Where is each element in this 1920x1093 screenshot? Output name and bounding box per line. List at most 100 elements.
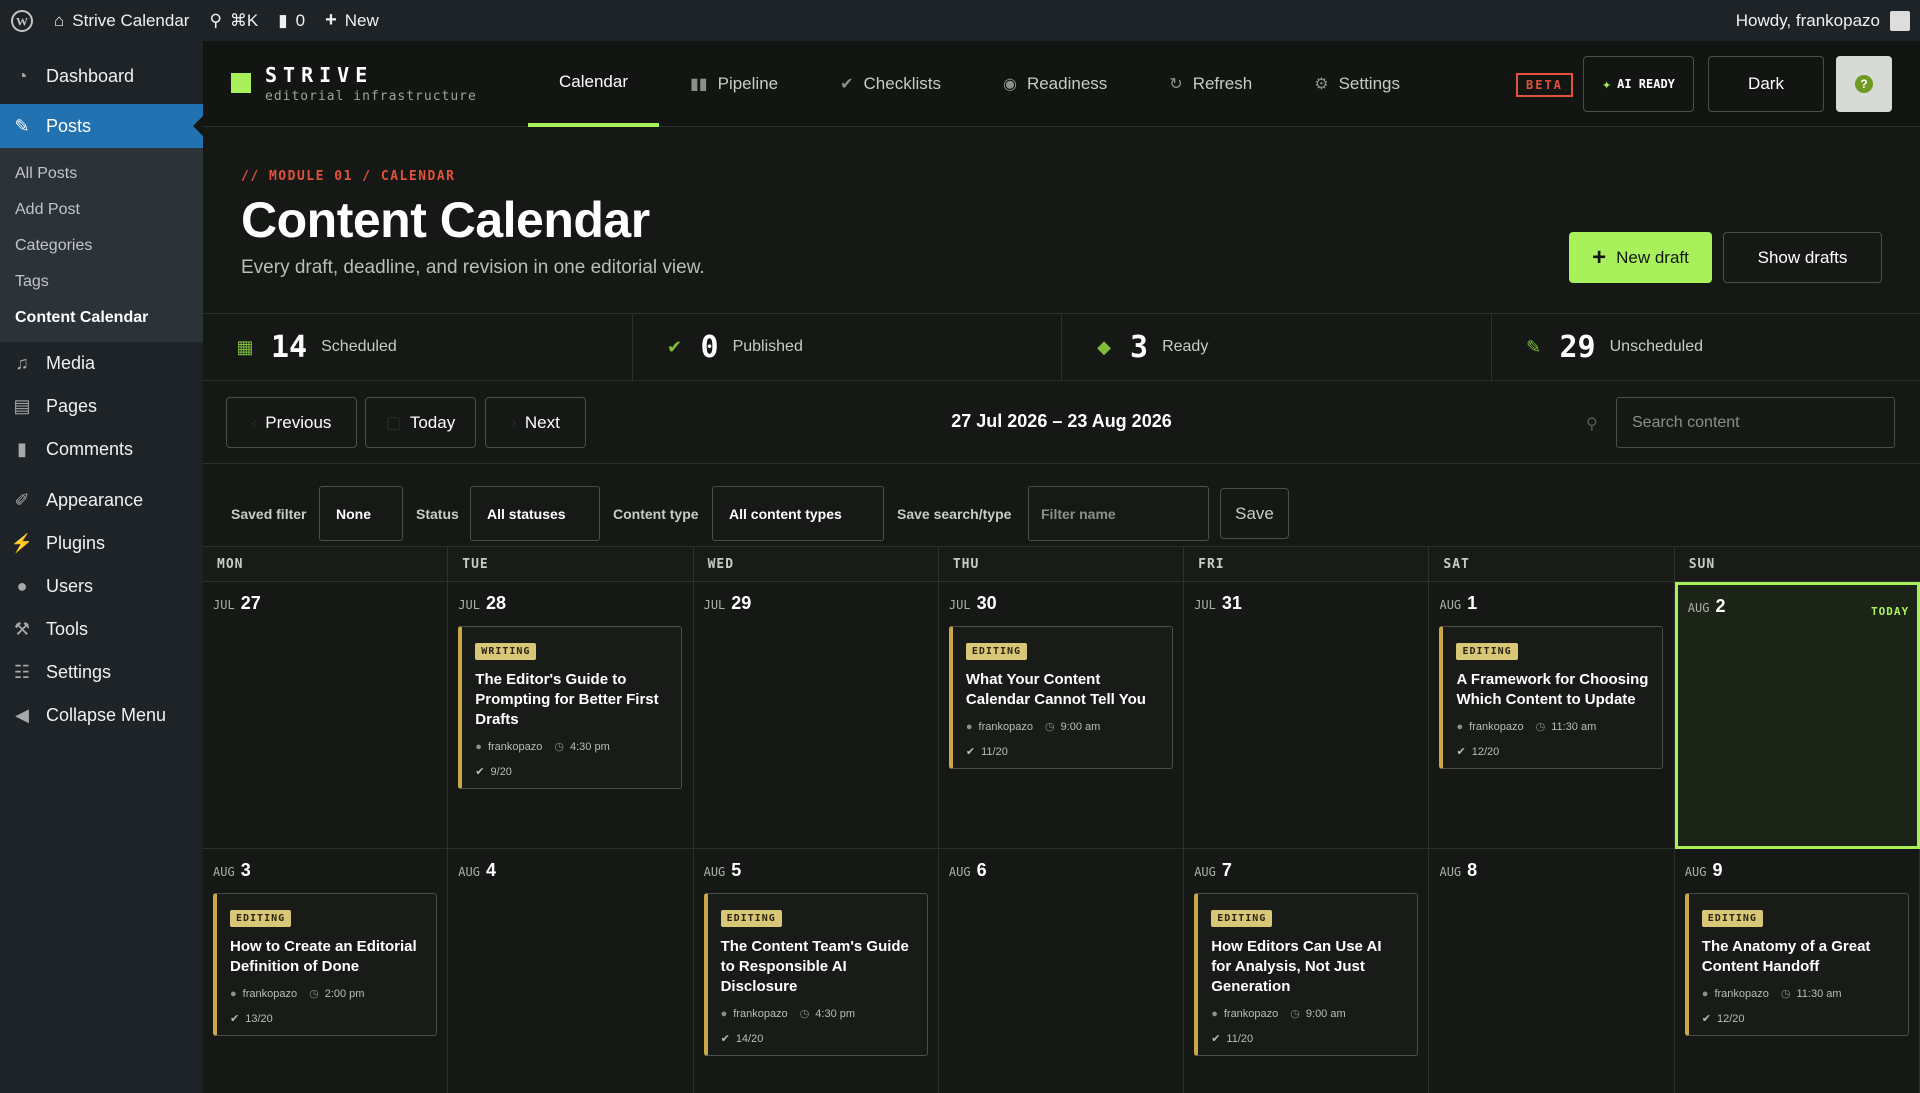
sidebar-item-collapse[interactable]: ◀ Collapse Menu: [0, 694, 203, 737]
help-button[interactable]: ?: [1836, 56, 1892, 112]
content-card[interactable]: WRITING The Editor's Guide to Prompting f…: [458, 626, 683, 789]
day-month: AUG: [1194, 865, 1216, 879]
day-label: JUL 27: [213, 593, 437, 614]
sidebar-item-settings[interactable]: ☷ Settings: [0, 651, 203, 694]
card-time: 9:00 am: [1305, 1007, 1346, 1020]
tab-readiness[interactable]: ◉ Readiness: [972, 41, 1138, 127]
tab-calendar[interactable]: Calendar: [528, 41, 659, 127]
user-icon: ●: [475, 740, 482, 753]
save-filter-button[interactable]: Save: [1220, 488, 1289, 539]
calendar-day[interactable]: JUL 28 WRITING The Editor's Guide to Prompt…: [448, 582, 694, 849]
tab-settings[interactable]: ⚙ Settings: [1283, 41, 1431, 127]
card-score-value: 13/20: [245, 1012, 273, 1025]
tab-label: Readiness: [1026, 74, 1108, 93]
plugin-top-nav: STRIVE editorial infrastructure Calendar…: [203, 41, 1920, 127]
status-select[interactable]: All statuses: [470, 486, 600, 541]
sidebar-item-appearance[interactable]: ✐ Appearance: [0, 479, 203, 522]
day-label: AUG 9: [1685, 860, 1909, 881]
help-icon: ?: [1855, 75, 1873, 93]
submenu-add-post[interactable]: Add Post: [0, 192, 203, 228]
ai-ready-button[interactable]: ✦ AI READY: [1583, 56, 1694, 112]
calendar-day[interactable]: AUG 7 EDITING How Editors Can Use AI for An…: [1184, 849, 1430, 1093]
sidebar-item-label: Appearance: [46, 490, 144, 510]
sidebar-item-posts[interactable]: ✎ Posts: [0, 104, 203, 148]
status-badge: EDITING: [965, 643, 1028, 660]
content-card[interactable]: EDITING The Anatomy of a Great Content Ha…: [1684, 893, 1909, 1036]
tab-refresh[interactable]: ↻ Refresh: [1138, 41, 1283, 127]
card-title: The Content Team's Guide to Responsible …: [720, 938, 909, 995]
chevron-right-icon: ›: [511, 412, 517, 432]
sidebar-item-comments[interactable]: ▮ Comments: [0, 428, 203, 471]
new-content-link[interactable]: + New: [315, 0, 389, 41]
card-title: The Anatomy of a Great Content Handoff: [1701, 938, 1871, 975]
today-badge: TODAY: [1870, 605, 1910, 618]
brand-tagline: editorial infrastructure: [265, 89, 477, 104]
calendar-day[interactable]: AUG 5 EDITING The Content Team's Guide to R…: [694, 849, 939, 1093]
comments-link[interactable]: ▮ 0: [268, 0, 315, 41]
theme-toggle-button[interactable]: Dark: [1708, 56, 1824, 112]
content-type-select[interactable]: All content types: [712, 486, 884, 541]
show-drafts-button[interactable]: Show drafts: [1723, 232, 1882, 283]
submenu-all-posts[interactable]: All Posts: [0, 156, 203, 192]
sidebar-item-media[interactable]: ♫ Media: [0, 342, 203, 385]
status-badge: EDITING: [720, 910, 782, 927]
sidebar-item-dashboard[interactable]: ◔ Dashboard: [0, 55, 203, 98]
content-card[interactable]: EDITING A Framework for Choosing Which Co…: [1439, 626, 1664, 769]
wordpress-logo-icon[interactable]: W: [0, 0, 44, 41]
filter-name-input[interactable]: [1028, 486, 1209, 541]
submenu-categories[interactable]: Categories: [0, 228, 203, 264]
search-icon: ⚲: [1586, 416, 1598, 433]
calendar-day[interactable]: JUL 31: [1184, 582, 1430, 849]
day-label: JUL 31: [1194, 593, 1418, 614]
calendar-day[interactable]: AUG 6: [939, 849, 1185, 1093]
sidebar-item-users[interactable]: ● Users: [0, 565, 203, 608]
today-button[interactable]: ▢ Today: [365, 397, 476, 448]
account-menu[interactable]: Howdy, frankopazo: [1736, 10, 1920, 31]
new-draft-label: New draft: [1616, 247, 1689, 267]
stat-value: 29: [1559, 329, 1596, 365]
previous-button[interactable]: ‹ Previous: [226, 397, 357, 448]
tab-label: Pipeline: [717, 74, 779, 93]
day-label: AUG 1: [1439, 593, 1663, 614]
user-icon: ●: [720, 1007, 728, 1020]
content-card[interactable]: EDITING What Your Content Calendar Cannot…: [948, 626, 1173, 769]
day-number: 4: [485, 860, 496, 880]
card-meta: ● frankopazo ◷ 2:00 pm: [230, 987, 424, 1001]
day-number: 31: [1221, 593, 1242, 613]
clock-icon: ◷: [309, 988, 319, 1000]
calendar-day[interactable]: JUL 30 EDITING What Your Content Calendar C…: [938, 582, 1185, 849]
new-draft-button[interactable]: + New draft: [1569, 232, 1712, 283]
submenu-tags[interactable]: Tags: [0, 264, 203, 300]
card-author: frankopazo: [733, 1007, 788, 1020]
day-month: AUG: [1439, 865, 1462, 879]
card-score: ✔ 14/20: [721, 1032, 915, 1046]
sidebar-item-pages[interactable]: ▤ Pages: [0, 385, 203, 428]
stat-ready: ◆ 3 Ready: [1062, 314, 1492, 380]
site-name-link[interactable]: ⌂ Strive Calendar: [44, 0, 199, 41]
calendar-day[interactable]: AUG 8: [1429, 849, 1675, 1093]
stat-published: ✔ 0 Published: [633, 314, 1062, 380]
content-card[interactable]: EDITING The Content Team's Guide to Respo…: [703, 893, 928, 1056]
calendar-day[interactable]: JUL 29: [693, 582, 939, 849]
content-card[interactable]: EDITING How to Create an Editorial Defini…: [213, 893, 437, 1036]
search-content-input[interactable]: [1616, 397, 1895, 448]
calendar-day-today[interactable]: AUG 2 TODAY: [1674, 582, 1920, 849]
stat-label: Ready: [1162, 338, 1209, 355]
day-label: AUG 8: [1439, 860, 1663, 881]
calendar-day[interactable]: AUG 9 EDITING The Anatomy of a Great Conten…: [1675, 849, 1920, 1093]
calendar-day[interactable]: JUL 27: [203, 582, 449, 849]
saved-filter-select[interactable]: None: [319, 486, 403, 541]
check-circle-icon: ✔: [1456, 746, 1466, 758]
calendar-day[interactable]: AUG 4: [448, 849, 694, 1093]
tab-checklists[interactable]: ✔ Checklists: [809, 41, 972, 127]
admin-search[interactable]: ⚲ ⌘K: [199, 0, 268, 41]
calendar-day[interactable]: AUG 1 EDITING A Framework for Choosing Whic…: [1429, 582, 1675, 849]
sidebar-item-plugins[interactable]: ⚡ Plugins: [0, 522, 203, 565]
next-button[interactable]: › Next: [485, 397, 586, 448]
content-type-label: Content type: [613, 506, 699, 522]
sidebar-item-tools[interactable]: ⚒ Tools: [0, 608, 203, 651]
calendar-day[interactable]: AUG 3 EDITING How to Create an Editorial De…: [203, 849, 449, 1093]
content-card[interactable]: EDITING How Editors Can Use AI for Analys…: [1194, 893, 1419, 1056]
submenu-content-calendar[interactable]: Content Calendar: [0, 300, 203, 336]
tab-pipeline[interactable]: ▮▮ Pipeline: [659, 41, 809, 127]
